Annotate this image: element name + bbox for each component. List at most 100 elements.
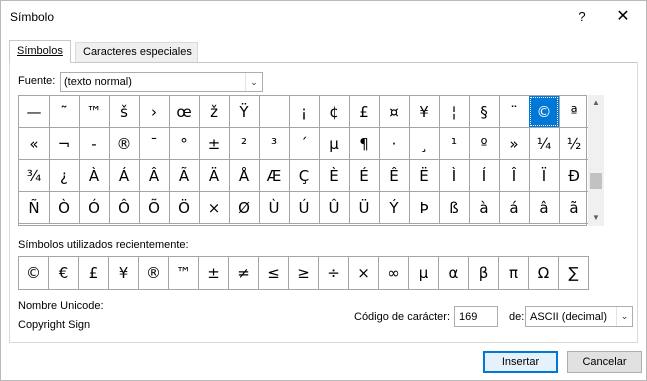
symbol-cell[interactable]: Ï xyxy=(529,160,560,192)
recent-symbol-cell[interactable]: ≤ xyxy=(259,257,289,289)
tab-caracteres-especiales[interactable]: Caracteres especiales xyxy=(75,42,198,62)
symbol-cell[interactable]: Í xyxy=(469,160,500,192)
recent-symbol-cell[interactable]: Ω xyxy=(529,257,559,289)
symbol-cell[interactable]: Ñ xyxy=(19,192,50,224)
symbol-cell[interactable]: ¤ xyxy=(379,96,410,128)
recent-symbol-cell[interactable]: ÷ xyxy=(319,257,349,289)
chevron-down-icon[interactable]: ⌄ xyxy=(245,73,262,91)
font-select[interactable]: (texto normal) ⌄ xyxy=(60,72,263,92)
symbol-cell[interactable]: š xyxy=(109,96,140,128)
recent-symbol-cell[interactable]: β xyxy=(469,257,499,289)
symbol-cell[interactable] xyxy=(259,96,290,128)
symbol-cell[interactable]: ® xyxy=(109,128,140,160)
symbol-cell[interactable]: › xyxy=(139,96,170,128)
symbol-cell[interactable]: ¶ xyxy=(349,128,380,160)
symbol-cell[interactable]: ¨ xyxy=(499,96,530,128)
symbol-cell[interactable]: ¥ xyxy=(409,96,440,128)
symbol-cell[interactable]: » xyxy=(499,128,530,160)
symbol-cell[interactable]: ° xyxy=(169,128,200,160)
recent-symbol-cell[interactable]: ∑ xyxy=(559,257,589,289)
symbol-cell[interactable]: ¿ xyxy=(49,160,80,192)
symbol-cell[interactable]: ½ xyxy=(559,128,590,160)
recent-symbol-cell[interactable]: µ xyxy=(409,257,439,289)
symbol-cell[interactable]: Ä xyxy=(199,160,230,192)
scroll-thumb[interactable] xyxy=(590,173,602,189)
symbol-cell[interactable]: — xyxy=(19,96,50,128)
symbol-cell[interactable]: ¦ xyxy=(439,96,470,128)
recent-symbol-cell[interactable]: ≠ xyxy=(229,257,259,289)
symbol-cell[interactable]: ² xyxy=(229,128,260,160)
symbol-cell[interactable]: ß xyxy=(439,192,470,224)
symbol-cell[interactable]: É xyxy=(349,160,380,192)
symbol-cell[interactable]: © xyxy=(529,96,560,128)
recent-symbol-cell[interactable]: × xyxy=(349,257,379,289)
recent-symbol-cell[interactable]: π xyxy=(499,257,529,289)
symbol-cell[interactable]: Ð xyxy=(559,160,590,192)
symbol-cell[interactable]: Å xyxy=(229,160,260,192)
symbol-grid-scrollbar[interactable]: ▲ ▼ xyxy=(588,95,604,226)
symbol-cell[interactable]: Ò xyxy=(49,192,80,224)
symbol-cell[interactable]: ™ xyxy=(79,96,110,128)
symbol-cell[interactable]: ª xyxy=(559,96,590,128)
symbol-cell[interactable]: ³ xyxy=(259,128,290,160)
symbol-cell[interactable]: â xyxy=(529,192,560,224)
symbol-cell[interactable]: µ xyxy=(319,128,350,160)
symbol-cell[interactable]: - xyxy=(79,128,110,160)
symbol-cell[interactable]: Á xyxy=(109,160,140,192)
symbol-cell[interactable]: º xyxy=(469,128,500,160)
symbol-cell[interactable]: Õ xyxy=(139,192,170,224)
symbol-cell[interactable]: Ý xyxy=(379,192,410,224)
symbol-cell[interactable]: Ü xyxy=(349,192,380,224)
symbol-cell[interactable]: à xyxy=(469,192,500,224)
char-code-input[interactable]: 169 xyxy=(454,306,498,327)
symbol-cell[interactable]: ¬ xyxy=(49,128,80,160)
symbol-cell[interactable]: œ xyxy=(169,96,200,128)
symbol-cell[interactable]: Î xyxy=(499,160,530,192)
help-button[interactable]: ? xyxy=(569,6,595,28)
symbol-cell[interactable]: Ÿ xyxy=(229,96,260,128)
symbol-cell[interactable]: Û xyxy=(319,192,350,224)
symbol-cell[interactable]: Ú xyxy=(289,192,320,224)
recent-symbol-cell[interactable]: ± xyxy=(199,257,229,289)
symbol-cell[interactable]: ¯ xyxy=(139,128,170,160)
symbol-cell[interactable]: ž xyxy=(199,96,230,128)
symbol-cell[interactable]: ¼ xyxy=(529,128,560,160)
recent-symbol-cell[interactable]: © xyxy=(19,257,49,289)
symbol-cell[interactable]: Ã xyxy=(169,160,200,192)
recent-symbol-cell[interactable]: ™ xyxy=(169,257,199,289)
symbol-cell[interactable]: Ê xyxy=(379,160,410,192)
symbol-cell[interactable]: × xyxy=(199,192,230,224)
symbol-cell[interactable]: ¡ xyxy=(289,96,320,128)
symbol-cell[interactable]: Ô xyxy=(109,192,140,224)
symbol-cell[interactable]: ˜ xyxy=(49,96,80,128)
symbol-cell[interactable]: Ì xyxy=(439,160,470,192)
symbol-cell[interactable]: Ç xyxy=(289,160,320,192)
symbol-cell[interactable]: È xyxy=(319,160,350,192)
symbol-cell[interactable]: ¹ xyxy=(439,128,470,160)
symbol-cell[interactable]: ¾ xyxy=(19,160,50,192)
symbol-cell[interactable]: ã xyxy=(559,192,590,224)
recent-symbol-cell[interactable]: € xyxy=(49,257,79,289)
symbol-cell[interactable]: ± xyxy=(199,128,230,160)
recent-symbol-cell[interactable]: ∞ xyxy=(379,257,409,289)
symbol-cell[interactable]: À xyxy=(79,160,110,192)
char-code-from-select[interactable]: ASCII (decimal) ⌄ xyxy=(525,306,633,327)
cancel-button[interactable]: Cancelar xyxy=(567,351,642,373)
insert-button[interactable]: Insertar xyxy=(483,351,558,373)
close-icon[interactable]: ✕ xyxy=(610,6,636,28)
chevron-down-icon[interactable]: ⌄ xyxy=(616,307,632,326)
symbol-cell[interactable]: á xyxy=(499,192,530,224)
symbol-cell[interactable]: ¸ xyxy=(409,128,440,160)
symbol-cell[interactable]: £ xyxy=(349,96,380,128)
symbol-cell[interactable]: Ù xyxy=(259,192,290,224)
recent-symbol-cell[interactable]: £ xyxy=(79,257,109,289)
symbol-cell[interactable]: ´ xyxy=(289,128,320,160)
symbol-cell[interactable]: Ö xyxy=(169,192,200,224)
tab-simbolos[interactable]: Símbolos xyxy=(9,40,71,63)
recent-symbol-cell[interactable]: ≥ xyxy=(289,257,319,289)
symbol-cell[interactable]: Â xyxy=(139,160,170,192)
scroll-down-icon[interactable]: ▼ xyxy=(588,210,604,226)
scroll-up-icon[interactable]: ▲ xyxy=(588,95,604,111)
symbol-cell[interactable]: « xyxy=(19,128,50,160)
symbol-cell[interactable]: Æ xyxy=(259,160,290,192)
